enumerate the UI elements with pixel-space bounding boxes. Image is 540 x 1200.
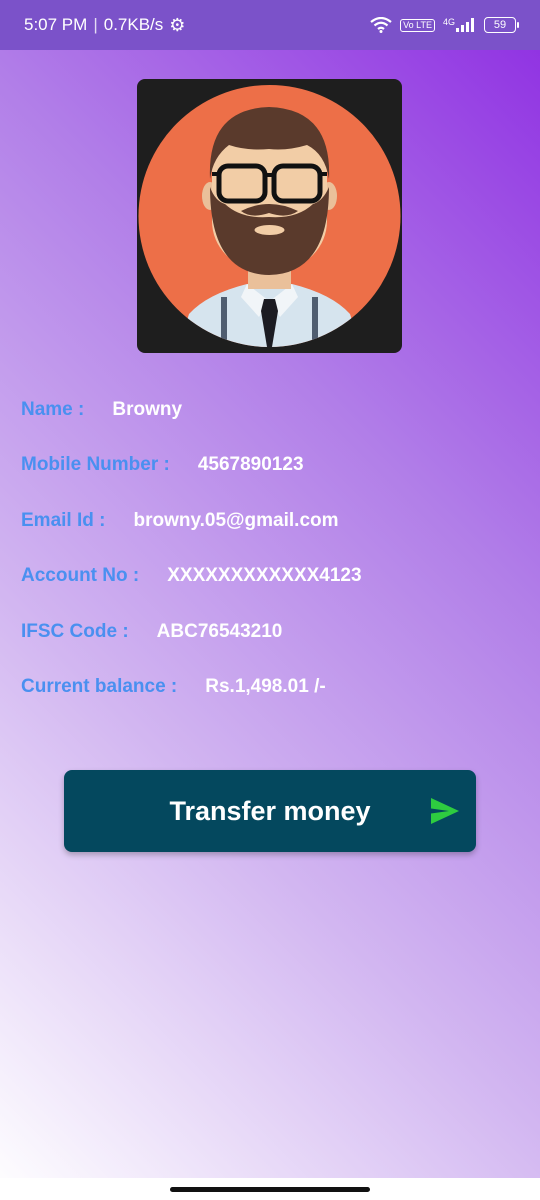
balance-value: Rs.1,498.01 /- bbox=[205, 676, 326, 697]
avatar bbox=[137, 79, 402, 353]
email-row: Email Id : browny.05@gmail.com bbox=[21, 506, 339, 536]
mobile-label: Mobile Number : bbox=[21, 454, 170, 475]
email-value: browny.05@gmail.com bbox=[133, 510, 339, 531]
ifsc-value: ABC76543210 bbox=[156, 621, 283, 642]
balance-row: Current balance : Rs.1,498.01 /- bbox=[21, 672, 326, 702]
name-label: Name : bbox=[21, 399, 85, 420]
ifsc-row: IFSC Code : ABC76543210 bbox=[21, 617, 282, 647]
status-separator: | bbox=[93, 15, 98, 34]
wifi-icon bbox=[370, 17, 392, 33]
account-label: Account No : bbox=[21, 565, 140, 586]
home-gesture-handle[interactable] bbox=[170, 1187, 370, 1192]
status-time: 5:07 PM bbox=[24, 15, 88, 34]
signal-icon: 4G bbox=[443, 18, 476, 32]
status-speed: 0.7KB/s bbox=[103, 15, 164, 34]
status-right: Vo LTE 4G 59 bbox=[370, 17, 519, 33]
signal-bars-icon bbox=[456, 18, 474, 32]
status-bar: 5:07 PM | 0.7KB/s ⚙ Vo LTE 4G 59 bbox=[0, 0, 540, 50]
transfer-money-label: Transfer money bbox=[169, 795, 371, 826]
profile-screen: 5:07 PM | 0.7KB/s ⚙ Vo LTE 4G 59 Name: … bbox=[0, 0, 540, 1200]
mobile-value: 4567890123 bbox=[197, 454, 304, 475]
send-icon bbox=[431, 798, 459, 824]
ifsc-label: IFSC Code : bbox=[21, 621, 129, 642]
network-type: 4G bbox=[442, 17, 455, 27]
account-value: XXXXXXXXXXXX4123 bbox=[167, 565, 362, 586]
battery-icon: 59 bbox=[484, 17, 519, 33]
mobile-row: Mobile Number : 4567890123 bbox=[21, 450, 304, 480]
email-label: Email Id : bbox=[21, 510, 106, 531]
account-row: Account No : XXXXXXXXXXXX4123 bbox=[21, 561, 362, 591]
volte-icon: Vo LTE bbox=[400, 18, 435, 32]
gear-icon: ⚙ bbox=[169, 15, 186, 35]
user-avatar-icon bbox=[138, 85, 401, 347]
transfer-money-button[interactable]: Transfer money bbox=[64, 770, 476, 852]
name-value: Browny bbox=[112, 399, 183, 420]
balance-label: Current balance : bbox=[21, 676, 178, 697]
status-left: 5:07 PM | 0.7KB/s ⚙ bbox=[24, 15, 185, 35]
name-row: Name : Browny bbox=[21, 395, 182, 425]
